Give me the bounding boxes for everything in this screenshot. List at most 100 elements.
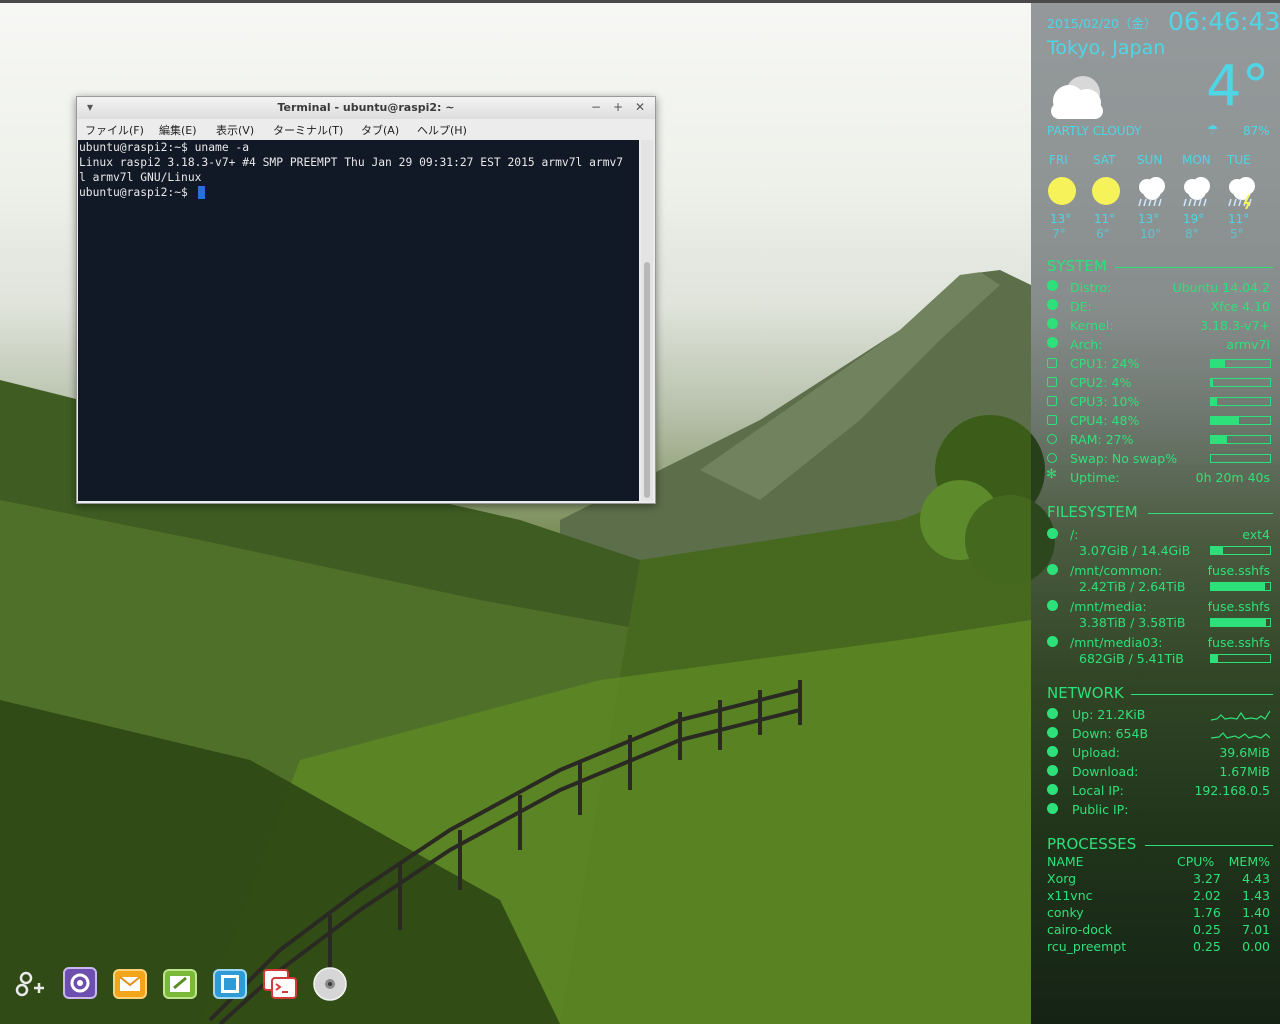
- weather-condition: PARTLY CLOUDY: [1047, 124, 1142, 138]
- process-cpu: 0.25: [1193, 922, 1221, 937]
- local-ip-label: Local IP:: [1072, 783, 1124, 798]
- forecast-day: SAT: [1093, 153, 1116, 167]
- download-total-icon: [1047, 765, 1058, 776]
- minimize-icon[interactable]: −: [589, 100, 603, 114]
- proc-header-cpu: CPU%: [1177, 854, 1215, 869]
- current-temperature: 4°: [1206, 54, 1270, 119]
- forecast-low: 6°: [1096, 227, 1110, 241]
- sun-icon: [1092, 177, 1120, 205]
- text-cursor: [198, 186, 205, 199]
- section-title-network: NETWORK: [1047, 684, 1124, 702]
- process-mem: 7.01: [1242, 922, 1270, 937]
- mount-usage: 3.07GiB / 14.4GiB: [1079, 543, 1191, 558]
- public-ip-label: Public IP:: [1072, 802, 1129, 817]
- dock: [10, 962, 360, 1008]
- file-manager-icon[interactable]: [212, 966, 248, 1002]
- mount-type: ext4: [1242, 527, 1270, 542]
- uptime-label: Uptime:: [1070, 470, 1120, 485]
- close-icon[interactable]: ✕: [633, 100, 647, 114]
- maximize-icon[interactable]: +: [611, 100, 625, 114]
- scrollbar-thumb[interactable]: [644, 262, 650, 498]
- de-label: DE:: [1070, 299, 1092, 314]
- download-graph: [1211, 732, 1270, 739]
- forecast-day: TUE: [1227, 153, 1251, 167]
- process-cpu: 2.02: [1193, 888, 1221, 903]
- arch-icon: [1047, 337, 1058, 348]
- cpu2-label: CPU2: 4%: [1070, 375, 1132, 390]
- forecast-high: 13°: [1050, 212, 1072, 226]
- arch-value: armv7l: [1226, 337, 1270, 352]
- mount-bar-fill: [1211, 619, 1266, 626]
- title-bar[interactable]: ▾ Terminal - ubuntu@raspi2: ~ − + ✕: [77, 97, 655, 119]
- mount-bar-fill: [1211, 655, 1218, 662]
- ram-icon: [1047, 434, 1057, 444]
- cpu3-bar: [1210, 397, 1271, 406]
- uptime-value: 0h 20m 40s: [1195, 470, 1270, 485]
- cpu3-label: CPU3: 10%: [1070, 394, 1140, 409]
- ram-bar-fill: [1211, 436, 1227, 443]
- cpu-icon: [1047, 377, 1057, 387]
- window-title: Terminal - ubuntu@raspi2: ~: [277, 101, 455, 114]
- process-mem: 4.43: [1242, 871, 1270, 886]
- scrollbar[interactable]: [641, 140, 653, 501]
- up-speed: Up: 21.2KiB: [1072, 707, 1146, 722]
- mount-bar: [1210, 618, 1271, 627]
- pie-icon: [1047, 528, 1058, 539]
- local-ip-value: 192.168.0.5: [1194, 783, 1270, 798]
- forecast-high: 11°: [1228, 212, 1250, 226]
- add-launcher-icon[interactable]: [12, 966, 48, 1002]
- mount-usage: 682GiB / 5.41TiB: [1079, 651, 1184, 666]
- process-cpu: 1.76: [1193, 905, 1221, 920]
- pie-icon: [1047, 600, 1058, 611]
- thunder-rain-icon: [1228, 177, 1255, 209]
- process-name: x11vnc: [1047, 888, 1093, 903]
- umbrella-icon: ☂: [1207, 123, 1219, 138]
- cpu4-bar: [1210, 416, 1271, 425]
- process-name: conky: [1047, 905, 1084, 920]
- process-mem: 1.43: [1242, 888, 1270, 903]
- section-title-system: SYSTEM: [1047, 257, 1107, 275]
- terminal-window[interactable]: ▾ Terminal - ubuntu@raspi2: ~ − + ✕ ファイル…: [76, 96, 656, 504]
- upload-value: 39.6MiB: [1219, 745, 1270, 760]
- section-rule: [1145, 845, 1273, 846]
- distro-icon: [1047, 280, 1058, 291]
- process-name: cairo-dock: [1047, 922, 1112, 937]
- pie-icon: [1047, 564, 1058, 575]
- kernel-value: 3.18.3-v7+: [1200, 318, 1270, 333]
- forecast-day: FRI: [1049, 153, 1068, 167]
- menu-edit[interactable]: 編集(E): [159, 122, 197, 138]
- menu-tabs[interactable]: タブ(A): [361, 122, 399, 138]
- menu-help[interactable]: ヘルプ(H): [417, 122, 467, 138]
- sun-icon: [1048, 177, 1076, 205]
- terminal-icon[interactable]: [262, 966, 298, 1002]
- text-editor-icon[interactable]: [162, 966, 198, 1002]
- forecast-high: 19°: [1183, 212, 1205, 226]
- de-value: Xfce 4.10: [1210, 299, 1270, 314]
- mount-bar-fill: [1211, 547, 1223, 554]
- swap-icon: [1047, 453, 1057, 463]
- download-arrow-icon: [1047, 727, 1058, 738]
- forecast-low: 7°: [1052, 227, 1066, 241]
- terminal-output[interactable]: ubuntu@raspi2:~$ uname -a Linux raspi2 3…: [78, 140, 639, 501]
- menu-file[interactable]: ファイル(F): [85, 122, 144, 138]
- mount-path: /:: [1070, 527, 1079, 542]
- desktop-env-icon: [1047, 299, 1058, 310]
- cpu2-bar: [1210, 378, 1271, 387]
- process-mem: 0.00: [1242, 939, 1270, 954]
- disc-icon[interactable]: [312, 966, 348, 1002]
- upload-label: Upload:: [1072, 745, 1121, 760]
- menu-view[interactable]: 表示(V): [216, 122, 254, 138]
- menu-terminal[interactable]: ターミナル(T): [273, 122, 343, 138]
- date: 2015/02/20（金）: [1047, 16, 1157, 31]
- ram-label: RAM: 27%: [1070, 432, 1134, 447]
- terminal-prompt: ubuntu@raspi2:~$: [79, 186, 195, 199]
- swap-bar: [1210, 454, 1271, 463]
- upload-graph: [1211, 710, 1270, 721]
- distro-label: Distro:: [1070, 280, 1112, 295]
- settings-manager-icon[interactable]: [62, 966, 98, 1002]
- mail-icon[interactable]: [112, 966, 148, 1002]
- forecast-low: 5°: [1230, 227, 1244, 241]
- section-rule: [1148, 513, 1273, 514]
- section-rule: [1131, 694, 1273, 695]
- kernel-icon: [1047, 318, 1058, 329]
